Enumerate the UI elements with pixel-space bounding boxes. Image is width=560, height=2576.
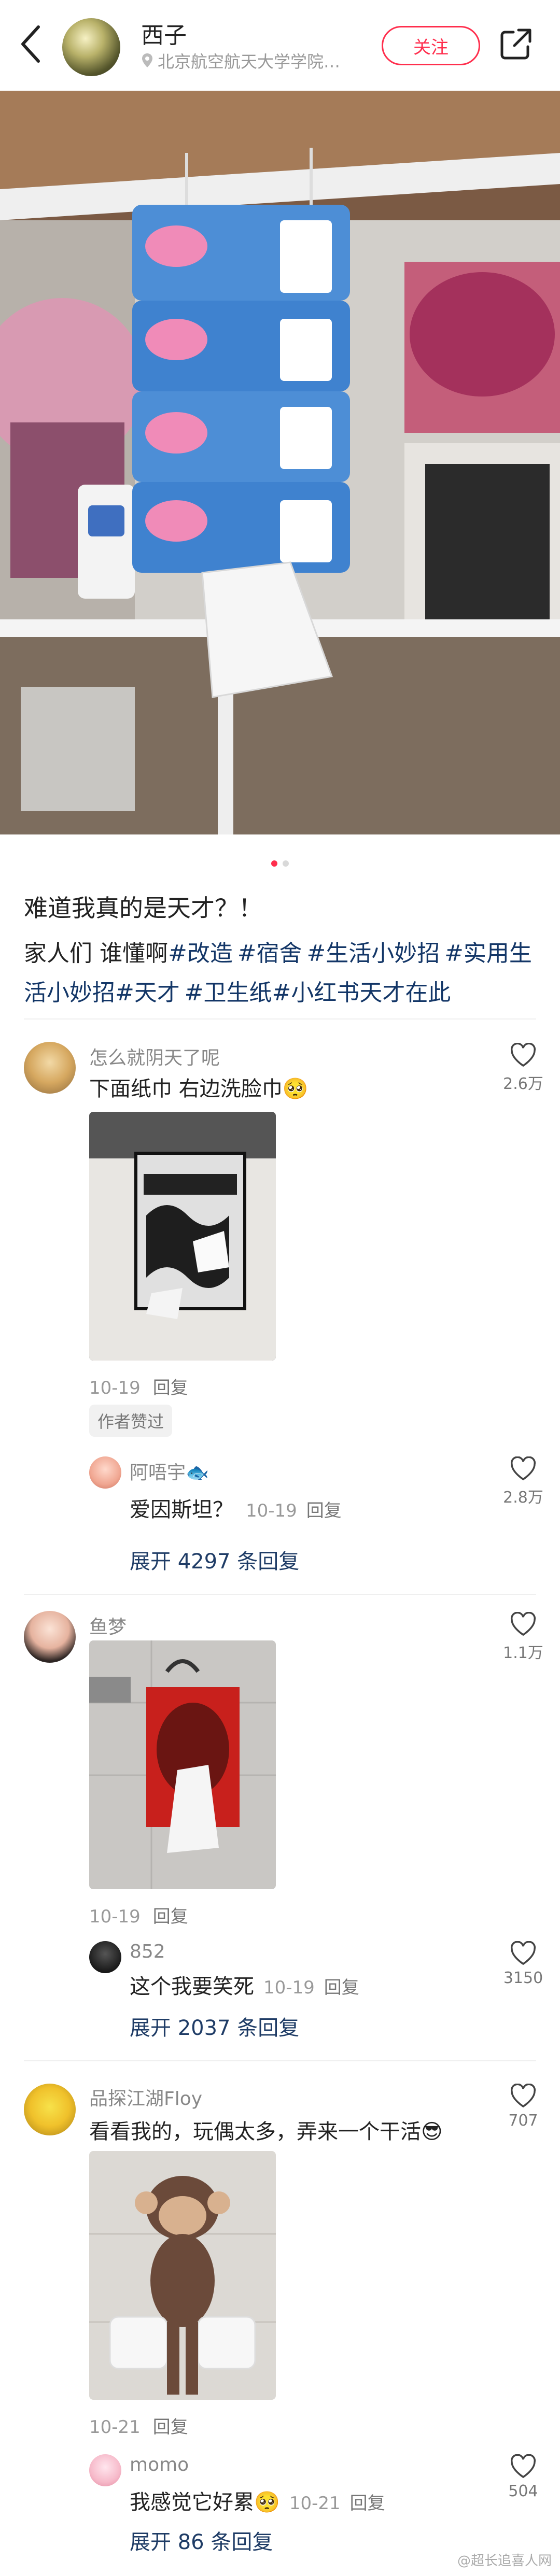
like-count: 1.1万 [503, 1644, 543, 1662]
emoji-icon: 🥺 [254, 2490, 280, 2514]
location-pin-icon [142, 53, 152, 67]
back-icon[interactable] [16, 21, 47, 67]
replier-name[interactable]: 852 [130, 1941, 165, 1962]
heart-icon [510, 2454, 536, 2479]
replier-name[interactable]: momo [130, 2454, 189, 2475]
comment-image[interactable] [89, 1112, 276, 1361]
expand-replies-button[interactable]: 展开 4297 条回复 [130, 1545, 299, 1575]
reply-date: 10-21 [289, 2493, 341, 2514]
reply-date: 10-19 [263, 1977, 315, 1998]
follow-button[interactable]: 关注 [382, 26, 480, 65]
reply-date: 10-19 [246, 1501, 297, 1521]
comment-text: 看看我的，玩偶太多，弄来一个干活😎 [89, 2115, 443, 2145]
hashtag[interactable]: #改造 [168, 940, 233, 967]
reply-text-body: 我感觉它好累 [130, 2490, 254, 2514]
like-count: 2.6万 [503, 1075, 543, 1093]
reply-text: 这个我要笑死 10-19 回复 [130, 1970, 359, 2000]
comment-date: 10-21 [89, 2417, 141, 2438]
comment-image-illustration [89, 1112, 276, 1361]
reply-text-body: 爱因斯坦？ [130, 1498, 233, 1522]
carousel-indicator [0, 860, 560, 867]
reply-button[interactable]: 回复 [153, 2417, 188, 2438]
replier-avatar[interactable] [89, 1941, 121, 1973]
divider [24, 2060, 536, 2061]
post-body: 家人们 谁懂啊#改造 #宿舍 #生活小妙招 #实用生活小妙招#天才 #卫生纸#小… [24, 934, 537, 1013]
comment-meta: 10-19 回复 [89, 1374, 188, 1399]
reply-button[interactable]: 回复 [324, 1977, 359, 1998]
reply-button[interactable]: 回复 [153, 1378, 188, 1398]
reply-like-button[interactable]: 504 [500, 2454, 547, 2500]
replier-name[interactable]: 阿唔宇🐟 [130, 1457, 209, 1484]
comment-date: 10-19 [89, 1906, 141, 1927]
expand-replies-button[interactable]: 展开 2037 条回复 [130, 2011, 299, 2041]
post-title: 难道我真的是天才？！ [24, 894, 262, 922]
comment-image-illustration [89, 2151, 276, 2400]
comment-image[interactable] [89, 1640, 276, 1889]
like-count: 504 [508, 2482, 538, 2500]
divider [24, 1018, 536, 1020]
heart-icon [510, 1043, 536, 1067]
reply-text: 我感觉它好累🥺 10-21 回复 [130, 2485, 385, 2515]
location-text: 北京航空航天大学学院… [158, 52, 341, 72]
comment-text: 下面纸巾 右边洗脸巾🥺 [89, 1072, 309, 1102]
post-photo[interactable] [0, 91, 560, 834]
divider [24, 1594, 536, 1595]
comment-like-button[interactable]: 707 [500, 2084, 547, 2130]
reply-like-button[interactable]: 3150 [500, 1941, 547, 1987]
location[interactable]: 北京航空航天大学学院… [141, 49, 340, 73]
comment-meta: 10-21 回复 [89, 2413, 188, 2438]
heart-icon [510, 1456, 536, 1481]
commenter-name[interactable]: 鱼梦 [89, 1612, 127, 1639]
hashtag[interactable]: #天才 [115, 980, 180, 1006]
emoji-icon: 🥺 [282, 1077, 309, 1101]
author-liked-badge: 作者赞过 [89, 1405, 173, 1437]
post-intro: 家人们 谁懂啊 [24, 940, 168, 967]
heart-icon [510, 2084, 536, 2108]
carousel-dot-1[interactable] [271, 860, 277, 867]
replier-avatar[interactable] [89, 1456, 121, 1489]
reply-button[interactable]: 回复 [350, 2493, 385, 2514]
commenter-name[interactable]: 品探江湖Floy [89, 2084, 202, 2111]
replier-name-text: 阿唔宇 [130, 1462, 186, 1483]
expand-replies-button[interactable]: 展开 86 条回复 [130, 2525, 273, 2555]
comment-image[interactable] [89, 2151, 276, 2400]
comment-like-button[interactable]: 1.1万 [500, 1612, 547, 1663]
hashtag[interactable]: #卫生纸 [185, 980, 272, 1006]
post-header: 西子 北京航空航天大学学院… 关注 [0, 0, 560, 91]
hashtag[interactable]: #小红书天才在此 [272, 980, 451, 1006]
reply-button[interactable]: 回复 [306, 1501, 342, 1521]
comment-like-button[interactable]: 2.6万 [500, 1043, 547, 1094]
like-count: 3150 [503, 1969, 543, 1987]
commenter-name[interactable]: 怎么就阴天了呢 [89, 1043, 220, 1070]
carousel-dot-2[interactable] [283, 860, 289, 867]
comment-meta: 10-19 回复 [89, 1902, 188, 1928]
replier-avatar[interactable] [89, 2454, 121, 2486]
comment-date: 10-19 [89, 1378, 141, 1398]
hashtag[interactable]: #生活小妙招 [306, 940, 440, 967]
commenter-avatar[interactable] [24, 1611, 76, 1663]
comment-image-illustration [89, 1640, 276, 1889]
heart-icon [510, 1612, 536, 1636]
photo-illustration [0, 91, 560, 834]
reply-text-body: 这个我要笑死 [130, 1975, 254, 1999]
comment-text-body: 看看我的，玩偶太多，弄来一个干活 [89, 2120, 421, 2144]
author-name[interactable]: 西子 [141, 17, 187, 50]
like-count: 2.8万 [503, 1489, 543, 1507]
reply-text: 爱因斯坦？ 10-19 回复 [130, 1493, 342, 1523]
hashtag[interactable]: #宿舍 [237, 940, 302, 967]
fish-icon: 🐟 [186, 1462, 209, 1483]
commenter-avatar[interactable] [24, 2084, 76, 2135]
sunglasses-icon: 😎 [421, 2120, 443, 2144]
author-avatar[interactable] [62, 18, 120, 76]
commenter-avatar[interactable] [24, 1042, 76, 1094]
reply-like-button[interactable]: 2.8万 [500, 1456, 547, 1507]
watermark: @超长追喜人网 [457, 2553, 552, 2569]
share-icon[interactable] [498, 26, 534, 62]
reply-button[interactable]: 回复 [153, 1906, 188, 1927]
heart-icon [510, 1941, 536, 1965]
like-count: 707 [508, 2112, 538, 2130]
comment-text-body: 下面纸巾 右边洗脸巾 [89, 1077, 283, 1101]
